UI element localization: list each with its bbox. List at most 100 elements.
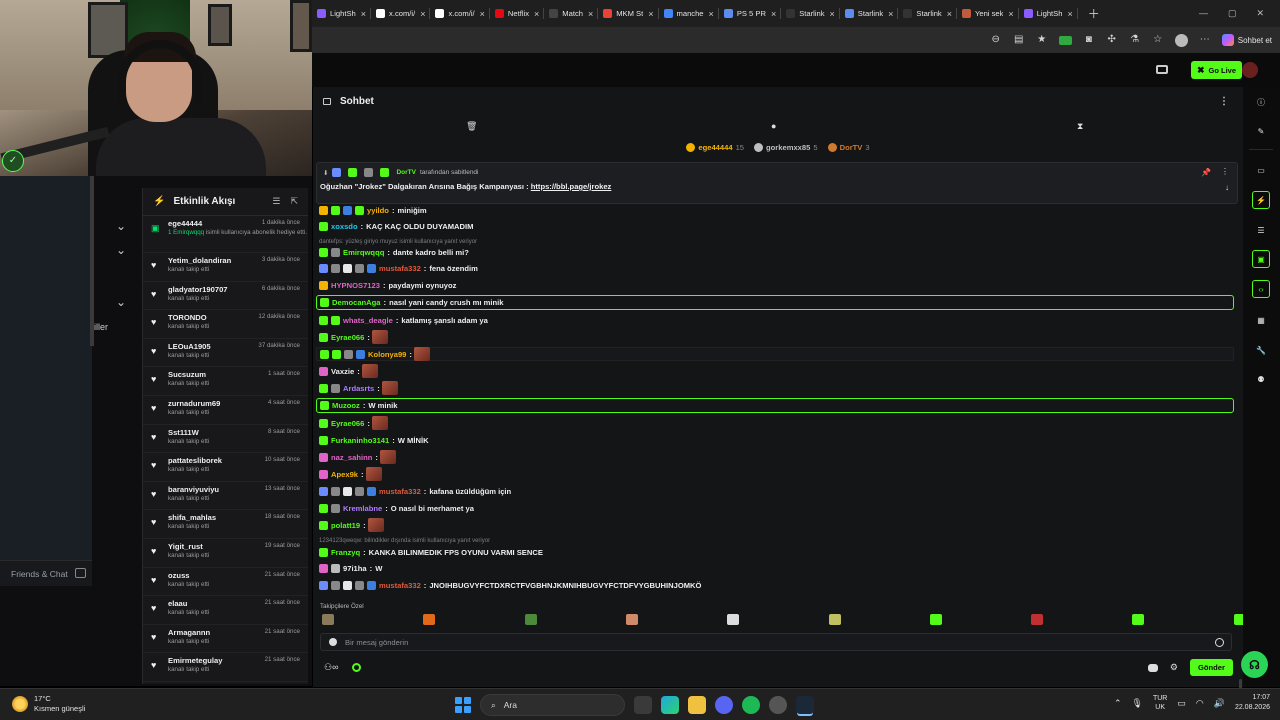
close-tab-icon[interactable]: ×	[888, 9, 893, 19]
emoji-icon[interactable]	[1215, 637, 1224, 647]
close-tab-icon[interactable]: ×	[648, 9, 653, 19]
lightning-icon[interactable]: ⚡	[1252, 191, 1270, 209]
chat-username[interactable]: xoxsdo	[331, 222, 358, 231]
send-button[interactable]: Gönder	[1189, 659, 1233, 676]
popout-icon[interactable]: ⇱	[290, 196, 298, 207]
leaderboard-entry[interactable]: gorkemxx85 5	[754, 143, 818, 152]
browser-tab[interactable]: Starlink ×	[898, 0, 957, 27]
chat-username[interactable]: Apex9k	[331, 470, 358, 479]
browser-tab[interactable]: x.com/i/ ×	[371, 0, 431, 27]
minimize-icon[interactable]: —	[1199, 8, 1208, 19]
close-tab-icon[interactable]: ×	[830, 9, 835, 19]
user-avatar[interactable]	[1242, 62, 1258, 78]
chat-username[interactable]: yyildo	[367, 206, 389, 215]
chat-username[interactable]: Furkaninho3141	[331, 436, 389, 445]
chat-username[interactable]: mustafa332	[379, 581, 421, 590]
volume-icon[interactable]: 🔊	[1214, 698, 1225, 709]
chat-username[interactable]: Muzooz	[332, 401, 360, 410]
monitor-icon[interactable]: ▭	[1177, 698, 1186, 709]
chat-bubble-icon[interactable]: ●	[771, 121, 776, 131]
chat-username[interactable]: Kolonya99	[368, 350, 406, 359]
maximize-icon[interactable]: ▢	[1228, 8, 1237, 19]
reader-mode-icon[interactable]: ▤	[1013, 34, 1025, 46]
discord-icon[interactable]	[715, 696, 733, 714]
list-icon[interactable]: ☰	[1252, 221, 1270, 239]
chat-message-input[interactable]	[345, 637, 1215, 647]
emote-icon[interactable]	[423, 614, 436, 625]
chat-tools-icon[interactable]: ⚇∞	[324, 662, 338, 673]
chat-username[interactable]: Emirqwqqq	[343, 248, 384, 257]
chat-username[interactable]: Eyrae066	[331, 333, 364, 342]
new-tab-button[interactable]: ＋	[1088, 5, 1100, 22]
browser-tab[interactable]: MKM St ×	[598, 0, 659, 27]
clock[interactable]: 17:07 22.08.2026	[1235, 693, 1270, 713]
chat-username[interactable]: HYPNOS7123	[331, 281, 380, 290]
points-icon[interactable]	[352, 663, 362, 672]
more-menu-icon[interactable]: ⋯	[1199, 34, 1211, 46]
chat-username[interactable]: whats_deagle	[343, 316, 393, 325]
close-tab-icon[interactable]: ×	[709, 9, 714, 19]
chevron-up-icon[interactable]: ⌃	[1114, 698, 1122, 709]
copilot-chat-button[interactable]: Sohbet et	[1221, 34, 1272, 46]
trash-icon[interactable]: 🗑	[466, 121, 477, 132]
chat-username[interactable]: Ardasrts	[343, 384, 374, 393]
emote-icon[interactable]	[727, 614, 740, 625]
gear-icon[interactable]: ⚙	[1170, 662, 1178, 673]
support-chat-button[interactable]: ☊	[1241, 651, 1268, 678]
favorites-icon[interactable]: ☆	[1152, 34, 1164, 46]
close-tab-icon[interactable]: ×	[947, 9, 952, 19]
kebab-menu-icon[interactable]: ⋮	[1219, 96, 1243, 107]
emote-icon[interactable]	[322, 614, 334, 625]
chat-username[interactable]: Vaxzie	[331, 367, 354, 376]
code-icon[interactable]: ‹›	[1252, 280, 1270, 298]
spotify-icon[interactable]	[742, 696, 760, 714]
profile-icon[interactable]	[1174, 33, 1188, 47]
chat-username[interactable]: naz_sahinn	[331, 453, 372, 462]
browser-tab[interactable]: Starlink ×	[840, 0, 899, 27]
studio-icon[interactable]	[1156, 65, 1168, 74]
chat-username[interactable]: Eyrae066	[331, 419, 364, 428]
close-tab-icon[interactable]: ×	[1008, 9, 1013, 19]
chat-username[interactable]: 97i1ha	[343, 564, 367, 573]
zoom-icon[interactable]: ⊖	[990, 34, 1002, 46]
app-icon[interactable]	[769, 696, 787, 714]
chat-username[interactable]: Franzyq	[331, 548, 360, 557]
emote-icon[interactable]	[828, 614, 841, 625]
chat-bubble-icon[interactable]	[1147, 663, 1158, 672]
emote-icon[interactable]	[1132, 614, 1145, 625]
go-live-button[interactable]: ✖ Go Live	[1190, 61, 1242, 79]
browser-tab[interactable]: Match ×	[544, 0, 599, 27]
emote-icon[interactable]	[1031, 614, 1044, 625]
pin-icon[interactable]: 📌	[1201, 168, 1211, 177]
chat-username[interactable]: mustafa332	[379, 264, 421, 273]
microphone-icon[interactable]: 🎙	[1132, 698, 1143, 709]
chat-username[interactable]: polatt19	[331, 521, 360, 530]
browser-tab[interactable]: LightSh ×	[1019, 0, 1078, 27]
wrench-icon[interactable]: 🔧	[1252, 341, 1270, 359]
browser-tab[interactable]: Netflix ×	[490, 0, 545, 27]
leaderboard-entry[interactable]: DorTV 3	[827, 143, 870, 152]
pinned-link[interactable]: https://bbl.page/jrokez	[531, 182, 612, 191]
close-tab-icon[interactable]: ×	[1067, 9, 1072, 19]
hourglass-icon[interactable]: ⧗	[1077, 121, 1083, 132]
steam-icon[interactable]	[796, 696, 814, 714]
chat-username[interactable]: Kremlabne	[343, 504, 382, 513]
users-icon[interactable]: ⚉	[1252, 370, 1270, 388]
shop-icon[interactable]: ▦	[1252, 311, 1270, 329]
close-tab-icon[interactable]: ×	[771, 9, 776, 19]
browser-tab[interactable]: x.com/i/ ×	[430, 0, 490, 27]
chat-username[interactable]: DemocanAga	[332, 298, 381, 307]
weather-widget[interactable]: 17°C Kısmen güneşli	[12, 694, 85, 714]
friends-chat-button[interactable]: Friends & Chat	[0, 560, 92, 586]
extension-icon[interactable]: ◙	[1083, 34, 1095, 46]
chat-panel-icon[interactable]: ▣	[1252, 250, 1270, 268]
close-tab-icon[interactable]: ×	[534, 9, 539, 19]
windows-start-icon[interactable]	[455, 697, 471, 713]
chevron-down-icon[interactable]: ⌄	[116, 220, 128, 232]
browser-tab[interactable]: manche ×	[659, 0, 719, 27]
close-tab-icon[interactable]: ×	[420, 9, 425, 19]
extension-icon[interactable]	[1058, 35, 1072, 45]
collapse-icon[interactable]: ↓	[1225, 183, 1229, 192]
pencil-icon[interactable]: ✎	[1252, 122, 1270, 140]
leaderboard-entry[interactable]: ege44444 15	[686, 143, 744, 152]
